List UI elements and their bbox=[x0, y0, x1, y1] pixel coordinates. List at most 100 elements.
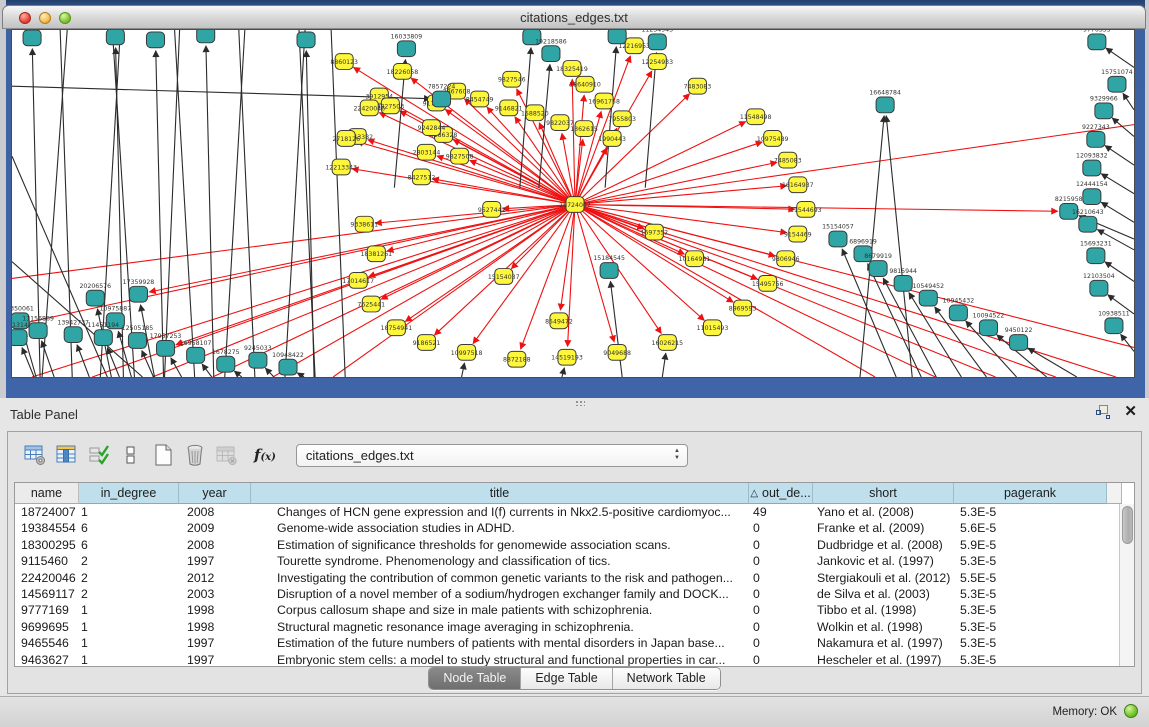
row-select-icon[interactable] bbox=[84, 441, 114, 469]
table-row[interactable]: 946362711997Embryonic stem cells: a mode… bbox=[15, 652, 1134, 667]
graph-node[interactable] bbox=[1079, 216, 1097, 232]
graph-node[interactable] bbox=[1088, 34, 1106, 50]
table-cell[interactable]: 5.3E-5 bbox=[954, 586, 1107, 602]
table-cell[interactable]: 1997 bbox=[179, 652, 251, 667]
zoom-window-icon[interactable] bbox=[59, 12, 71, 24]
table-cell[interactable]: 1 bbox=[79, 602, 179, 618]
table-cell[interactable]: 5.3E-5 bbox=[954, 504, 1107, 520]
graph-edge[interactable] bbox=[610, 281, 622, 377]
graph-node[interactable] bbox=[187, 347, 205, 363]
graph-node[interactable] bbox=[894, 275, 912, 291]
table-cell[interactable]: 1 bbox=[79, 635, 179, 651]
table-cell[interactable]: 0 bbox=[749, 570, 813, 586]
column-header-name[interactable]: name bbox=[15, 483, 79, 504]
graph-node[interactable] bbox=[397, 41, 415, 57]
graph-edge[interactable] bbox=[462, 363, 465, 377]
table-settings-icon[interactable] bbox=[20, 441, 50, 469]
table-cell[interactable]: 1997 bbox=[179, 635, 251, 651]
graph-node[interactable] bbox=[106, 30, 124, 45]
table-cell[interactable]: 1998 bbox=[179, 619, 251, 635]
table-cell[interactable]: 5.3E-5 bbox=[954, 602, 1107, 618]
table-cell[interactable]: 0 bbox=[749, 537, 813, 553]
table-cell[interactable]: 6 bbox=[79, 520, 179, 536]
table-cell[interactable]: Jankovic et al. (1997) bbox=[813, 553, 954, 569]
table-cell[interactable]: 22420046 bbox=[15, 570, 79, 586]
table-cell[interactable]: 2012 bbox=[179, 570, 251, 586]
graph-node[interactable] bbox=[94, 330, 112, 346]
table-cell[interactable]: 2003 bbox=[179, 586, 251, 602]
table-cell[interactable]: 5.3E-5 bbox=[954, 652, 1107, 667]
graph-edge[interactable] bbox=[77, 345, 89, 377]
column-header-in-degree[interactable]: in_degree bbox=[79, 483, 179, 504]
table-cell[interactable]: 5.3E-5 bbox=[954, 635, 1107, 651]
table-cell[interactable]: 18724007 bbox=[15, 504, 79, 520]
table-cell[interactable]: Estimation of the future numbers of pati… bbox=[251, 635, 749, 651]
table-cell[interactable]: 5.3E-5 bbox=[954, 619, 1107, 635]
graph-node[interactable] bbox=[432, 91, 450, 107]
graph-node[interactable] bbox=[86, 290, 104, 306]
table-cell[interactable]: 6 bbox=[79, 537, 179, 553]
table-cell[interactable]: 9115460 bbox=[15, 553, 79, 569]
graph-edge[interactable] bbox=[1101, 202, 1134, 222]
graph-edge[interactable] bbox=[1105, 146, 1134, 166]
graph-node[interactable] bbox=[648, 34, 666, 50]
graph-edge[interactable] bbox=[175, 30, 195, 377]
table-cell[interactable]: Dudbridge et al. (2008) bbox=[813, 537, 954, 553]
table-cell[interactable]: Changes of HCN gene expression and I(f) … bbox=[251, 504, 749, 520]
memory-status-icon[interactable] bbox=[1124, 704, 1138, 718]
graph-node[interactable] bbox=[1087, 132, 1105, 148]
table-row[interactable]: 1830029562008Estimation of significance … bbox=[15, 537, 1134, 553]
graph-edge[interactable] bbox=[575, 142, 762, 205]
graph-edge[interactable] bbox=[206, 46, 214, 377]
table-cell[interactable]: Nakamura et al. (1997) bbox=[813, 635, 954, 651]
table-row[interactable]: 1938455462009Genome-wide association stu… bbox=[15, 520, 1134, 536]
graph-edge[interactable] bbox=[1106, 48, 1134, 67]
network-window-titlebar[interactable]: citations_edges.txt bbox=[2, 5, 1146, 29]
table-cell[interactable]: 0 bbox=[749, 602, 813, 618]
graph-edge[interactable] bbox=[107, 348, 119, 377]
graph-edge[interactable] bbox=[572, 79, 575, 204]
graph-edge[interactable] bbox=[1121, 334, 1134, 351]
graph-node[interactable] bbox=[297, 32, 315, 48]
graph-node[interactable] bbox=[157, 341, 175, 357]
graph-node[interactable] bbox=[249, 352, 267, 368]
table-cell[interactable]: Tibbo et al. (1998) bbox=[813, 602, 954, 618]
graph-edge[interactable] bbox=[575, 94, 690, 205]
tab-edge-table[interactable]: Edge Table bbox=[521, 668, 612, 689]
table-cell[interactable]: 2 bbox=[79, 570, 179, 586]
table-row[interactable]: 911546021997Tourette syndrome. Phenomeno… bbox=[15, 553, 1134, 569]
column-header-pagerank[interactable]: pagerank bbox=[954, 483, 1107, 504]
table-row[interactable]: 969969511998Structural magnetic resonanc… bbox=[15, 619, 1134, 635]
table-row[interactable]: 1456911722003Disruption of a novel membe… bbox=[15, 586, 1134, 602]
table-cell[interactable]: 0 bbox=[749, 520, 813, 536]
function-builder-icon[interactable]: f(x) bbox=[254, 446, 276, 464]
column-header-year[interactable]: year bbox=[179, 483, 251, 504]
tab-network-table[interactable]: Network Table bbox=[613, 668, 720, 689]
graph-node[interactable] bbox=[600, 263, 618, 279]
graph-edge[interactable] bbox=[225, 30, 245, 377]
table-cell[interactable]: 19384554 bbox=[15, 520, 79, 536]
graph-edge[interactable] bbox=[265, 368, 273, 377]
graph-node[interactable] bbox=[1105, 318, 1123, 334]
graph-edge[interactable] bbox=[297, 373, 304, 377]
table-cell[interactable]: Hescheler et al. (1997) bbox=[813, 652, 954, 667]
graph-node[interactable] bbox=[979, 320, 997, 336]
table-cell[interactable]: Structural magnetic resonance image aver… bbox=[251, 619, 749, 635]
table-cell[interactable]: Investigating the contribution of common… bbox=[251, 570, 749, 586]
table-cell[interactable]: 0 bbox=[749, 586, 813, 602]
table-cell[interactable]: 1998 bbox=[179, 602, 251, 618]
graph-node[interactable] bbox=[129, 286, 147, 302]
row-height-icon[interactable] bbox=[116, 441, 146, 469]
delete-table-icon[interactable] bbox=[180, 441, 210, 469]
table-row[interactable]: 2242004622012Investigating the contribut… bbox=[15, 570, 1134, 586]
tab-node-table[interactable]: Node Table bbox=[429, 668, 521, 689]
new-table-icon[interactable] bbox=[148, 441, 178, 469]
graph-edge[interactable] bbox=[156, 51, 164, 377]
table-cell[interactable]: 9463627 bbox=[15, 652, 79, 667]
minimize-window-icon[interactable] bbox=[39, 12, 51, 24]
graph-node[interactable] bbox=[829, 231, 847, 247]
graph-node[interactable] bbox=[23, 30, 41, 46]
column-header-out-de-[interactable]: △out_de... bbox=[749, 483, 813, 504]
table-cell[interactable]: 9465546 bbox=[15, 635, 79, 651]
graph-node[interactable] bbox=[1010, 335, 1028, 351]
